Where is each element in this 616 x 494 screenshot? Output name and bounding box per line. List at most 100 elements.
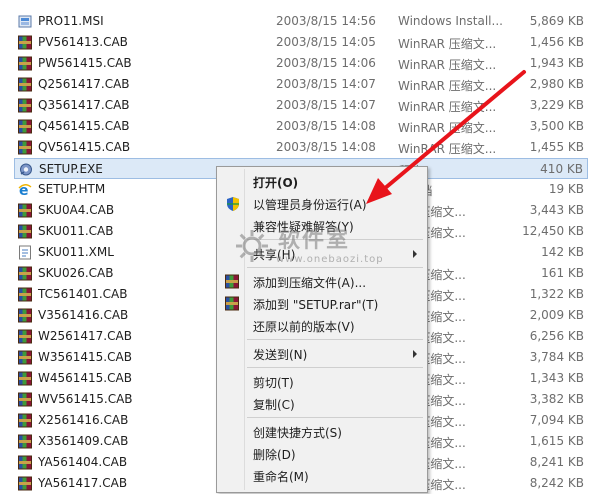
file-size: 1,322 KB (529, 287, 584, 301)
rar-icon (18, 203, 32, 218)
file-size: 1,943 KB (529, 56, 584, 70)
file-row[interactable]: Q4561415.CAB 2003/8/15 14:08 WinRAR 压缩文...… (14, 116, 588, 137)
file-name: WV561415.CAB (38, 392, 133, 406)
file-row[interactable]: Q3561417.CAB 2003/8/15 14:07 WinRAR 压缩文...… (14, 95, 588, 116)
menu-separator (247, 367, 423, 368)
file-size: 161 KB (541, 266, 584, 280)
file-size: 7,094 KB (529, 413, 584, 427)
file-name: SETUP.EXE (39, 162, 103, 176)
file-size: 2,980 KB (529, 77, 584, 91)
file-size: 6,256 KB (529, 329, 584, 343)
file-name: YA561417.CAB (38, 476, 128, 490)
file-size: 8,242 KB (529, 476, 584, 490)
file-size: 410 KB (540, 162, 583, 176)
file-name: PRO11.MSI (38, 14, 104, 28)
uac-shield-icon (225, 196, 241, 212)
file-name: QV561415.CAB (38, 140, 131, 154)
menu-item[interactable]: 删除(D) (219, 443, 425, 465)
file-row[interactable]: PW561415.CAB 2003/8/15 14:06 WinRAR 压缩文...… (14, 53, 588, 74)
rar-icon (18, 476, 32, 491)
menu-item-label: 删除(D) (253, 448, 296, 462)
watermark: 软件室 www.onebaozi.top (232, 222, 384, 272)
file-date: 2003/8/15 14:08 (276, 140, 376, 154)
menu-item-label: 添加到 "SETUP.rar"(T) (253, 298, 379, 312)
file-row[interactable]: Q2561417.CAB 2003/8/15 14:07 WinRAR 压缩文...… (14, 74, 588, 95)
file-type: WinRAR 压缩文... (398, 100, 497, 114)
file-name: YA561404.CAB (38, 455, 128, 469)
file-size: 12,450 KB (522, 224, 584, 238)
file-name: W3561415.CAB (38, 350, 132, 364)
ie-icon: e (18, 182, 32, 199)
file-name: SKU026.CAB (38, 266, 114, 280)
context-menu: 打开(O) 以管理员身份运行(A) 兼容性疑难解答(Y) 共享(H) 添加到压缩文件(A… (216, 166, 428, 493)
file-date: 2003/8/15 14:07 (276, 98, 376, 112)
rar-icon (18, 224, 32, 239)
menu-item-label: 剪切(T) (253, 376, 294, 390)
submenu-arrow-icon (413, 250, 417, 258)
file-size: 3,443 KB (529, 203, 584, 217)
file-name: SKU0A4.CAB (38, 203, 115, 217)
file-size: 3,229 KB (529, 98, 584, 112)
file-date: 2003/8/15 14:06 (276, 56, 376, 70)
file-type: WinRAR 压缩文... (398, 79, 497, 93)
menu-item-label: 重命名(M) (253, 470, 309, 484)
gear-icon (236, 230, 268, 262)
file-name: PV561413.CAB (38, 35, 128, 49)
file-row[interactable]: PV561413.CAB 2003/8/15 14:05 WinRAR 压缩文...… (14, 32, 588, 53)
menu-item[interactable]: 以管理员身份运行(A) (219, 193, 425, 215)
file-size: 3,500 KB (529, 119, 584, 133)
file-size: 3,382 KB (529, 392, 584, 406)
rar-icon (18, 35, 32, 50)
menu-item[interactable]: 创建快捷方式(S) (219, 421, 425, 443)
submenu-arrow-icon (413, 350, 417, 358)
file-date: 2003/8/15 14:56 (276, 14, 376, 28)
file-size: 1,615 KB (529, 434, 584, 448)
menu-item[interactable]: 复制(C) (219, 393, 425, 415)
file-size: 2,009 KB (529, 308, 584, 322)
msi-icon (18, 14, 32, 29)
menu-item[interactable]: 添加到压缩文件(A)... (219, 271, 425, 293)
file-name: Q2561417.CAB (38, 77, 130, 91)
file-size: 3,784 KB (529, 350, 584, 364)
file-type: WinRAR 压缩文... (398, 37, 497, 51)
rar-icon (18, 434, 32, 449)
menu-item[interactable]: 添加到 "SETUP.rar"(T) (219, 293, 425, 315)
rar-icon (18, 455, 32, 470)
file-name: Q4561415.CAB (38, 119, 130, 133)
menu-item-label: 复制(C) (253, 398, 295, 412)
menu-item[interactable]: 剪切(T) (219, 371, 425, 393)
menu-item-label: 添加到压缩文件(A)... (253, 276, 367, 290)
rar-icon (18, 98, 32, 113)
file-date: 2003/8/15 14:07 (276, 77, 376, 91)
file-name: X3561409.CAB (38, 434, 129, 448)
menu-item-label: 还原以前的版本(V) (253, 320, 355, 334)
rar-icon (18, 266, 32, 281)
menu-item[interactable]: 打开(O) (219, 171, 425, 193)
file-name: TC561401.CAB (38, 287, 128, 301)
menu-item-label: 打开(O) (253, 176, 299, 190)
file-name: W4561415.CAB (38, 371, 132, 385)
rar-icon (18, 308, 32, 323)
rar-icon (18, 140, 32, 155)
file-size: 5,869 KB (529, 14, 584, 28)
menu-item-label: 创建快捷方式(S) (253, 426, 342, 440)
watermark-url: www.onebaozi.top (276, 254, 384, 265)
menu-item-label: 以管理员身份运行(A) (253, 198, 367, 212)
rar-icon (225, 296, 241, 312)
file-row[interactable]: PRO11.MSI 2003/8/15 14:56 Windows Install.… (14, 11, 588, 32)
menu-item[interactable]: 重命名(M) (219, 465, 425, 487)
menu-item[interactable]: 发送到(N) (219, 343, 425, 365)
exe-icon (19, 162, 33, 177)
rar-icon (18, 413, 32, 428)
rar-icon (225, 274, 241, 290)
file-size: 1,455 KB (529, 140, 584, 154)
file-name: SKU011.CAB (38, 224, 114, 238)
file-size: 8,241 KB (529, 455, 584, 469)
file-name: W2561417.CAB (38, 329, 132, 343)
menu-item[interactable]: 还原以前的版本(V) (219, 315, 425, 337)
file-date: 2003/8/15 14:05 (276, 35, 376, 49)
file-name: SKU011.XML (38, 245, 114, 259)
rar-icon (18, 77, 32, 92)
rar-icon (18, 119, 32, 134)
file-row[interactable]: QV561415.CAB 2003/8/15 14:08 WinRAR 压缩文...… (14, 137, 588, 158)
